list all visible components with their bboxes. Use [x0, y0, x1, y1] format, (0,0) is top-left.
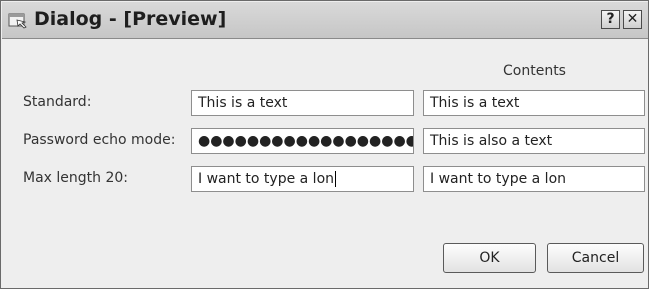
help-icon: ? [606, 11, 615, 27]
label-password-echo-mode: Password echo mode: [23, 132, 176, 148]
help-button[interactable]: ? [601, 10, 620, 29]
close-button[interactable]: ✕ [623, 10, 642, 29]
text-cursor [335, 171, 337, 187]
max-length-input-text: I want to type a lon [198, 171, 335, 187]
dialog-window: Dialog - [Preview] ? ✕ Contents Standard… [0, 0, 649, 289]
standard-input[interactable]: This is a text [191, 90, 414, 116]
close-icon: ✕ [626, 11, 639, 27]
password-contents-field[interactable]: This is also a text [423, 128, 645, 154]
cancel-button[interactable]: Cancel [547, 243, 644, 273]
standard-contents-field[interactable]: This is a text [423, 90, 645, 116]
max-length-contents-field[interactable]: I want to type a lon [423, 166, 645, 192]
dialog-body: Contents Standard: This is a text This i… [2, 39, 648, 288]
title-bar[interactable]: Dialog - [Preview] ? ✕ [2, 2, 648, 39]
ok-button[interactable]: OK [443, 243, 536, 273]
max-length-input[interactable]: I want to type a lon [191, 166, 414, 192]
label-standard: Standard: [23, 94, 92, 110]
password-input[interactable]: ●●●●●●●●●●●●●●●●●●● [191, 128, 414, 154]
label-max-length: Max length 20: [23, 170, 128, 186]
window-title: Dialog - [Preview] [34, 8, 227, 30]
contents-column-header: Contents [503, 63, 566, 79]
dialog-preview-icon [8, 11, 28, 29]
